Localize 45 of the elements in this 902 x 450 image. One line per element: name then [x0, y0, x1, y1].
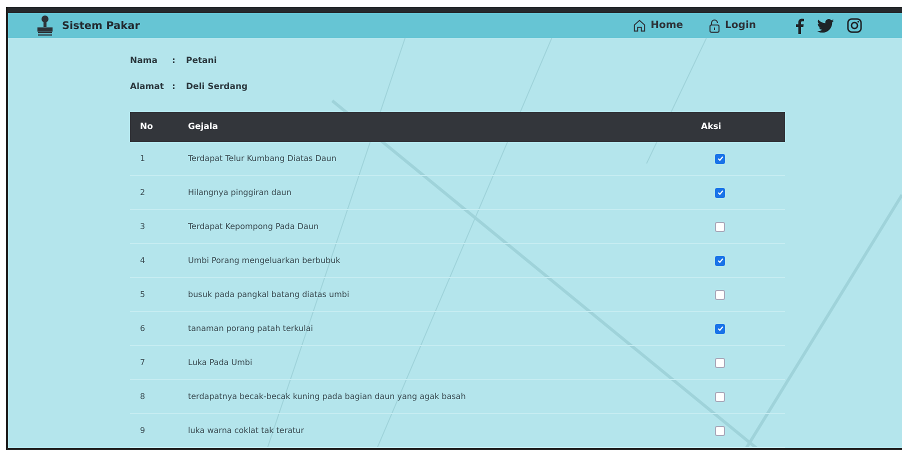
checkbox[interactable] [715, 188, 725, 198]
field-value: Petani [186, 56, 217, 66]
symptom-text: Hilangnya pinggiran daun [188, 188, 292, 197]
column-header: No [130, 112, 188, 142]
brand-name: Sistem Pakar [62, 20, 140, 32]
field-label: Nama [130, 56, 158, 66]
symptom-text: terdapatnya becak-becak kuning pada bagian daun yang agak basah [188, 392, 466, 401]
separator: : [172, 56, 176, 66]
logo-icon [36, 14, 54, 37]
row-number: 9 [140, 426, 146, 435]
home-icon [632, 19, 646, 32]
facebook-icon[interactable] [795, 18, 804, 34]
row-number: 1 [140, 154, 146, 163]
symptom-text: Terdapat Telur Kumbang Diatas Daun [188, 154, 336, 163]
checkbox[interactable] [715, 154, 725, 164]
checkbox[interactable] [715, 358, 725, 368]
column-header: Gejala [188, 112, 701, 142]
row-number: 4 [140, 256, 146, 265]
checkbox[interactable] [715, 426, 725, 436]
separator: : [172, 82, 176, 92]
symptom-text: Luka Pada Umbi [188, 358, 252, 367]
field-value: Deli Serdang [186, 82, 248, 92]
padlock-icon [709, 18, 720, 33]
symptom-text: Umbi Porang mengeluarkan berbubuk [188, 256, 340, 265]
checkbox[interactable] [715, 222, 725, 232]
twitter-icon[interactable] [817, 18, 834, 33]
row-number: 3 [140, 222, 146, 231]
field-label: Alamat [130, 82, 165, 92]
instagram-icon[interactable] [847, 18, 862, 34]
row-number: 8 [140, 392, 146, 401]
row-number: 5 [140, 290, 146, 299]
row-number: 2 [140, 188, 146, 197]
column-header: Aksi [701, 112, 785, 142]
checkbox[interactable] [715, 392, 725, 402]
row-number: 7 [140, 358, 146, 367]
symptom-text: luka warna coklat tak teratur [188, 426, 304, 435]
home-link[interactable]: Home [632, 19, 684, 32]
symptom-text: tanaman porang patah terkulai [188, 324, 313, 333]
symptom-text: busuk pada pangkal batang diatas umbi [188, 290, 350, 299]
login-link[interactable]: Login [709, 18, 756, 33]
symptom-text: Terdapat Kepompong Pada Daun [188, 222, 319, 231]
row-number: 6 [140, 324, 146, 333]
checkbox[interactable] [715, 290, 725, 300]
checkbox[interactable] [715, 324, 725, 334]
checkbox[interactable] [715, 256, 725, 266]
